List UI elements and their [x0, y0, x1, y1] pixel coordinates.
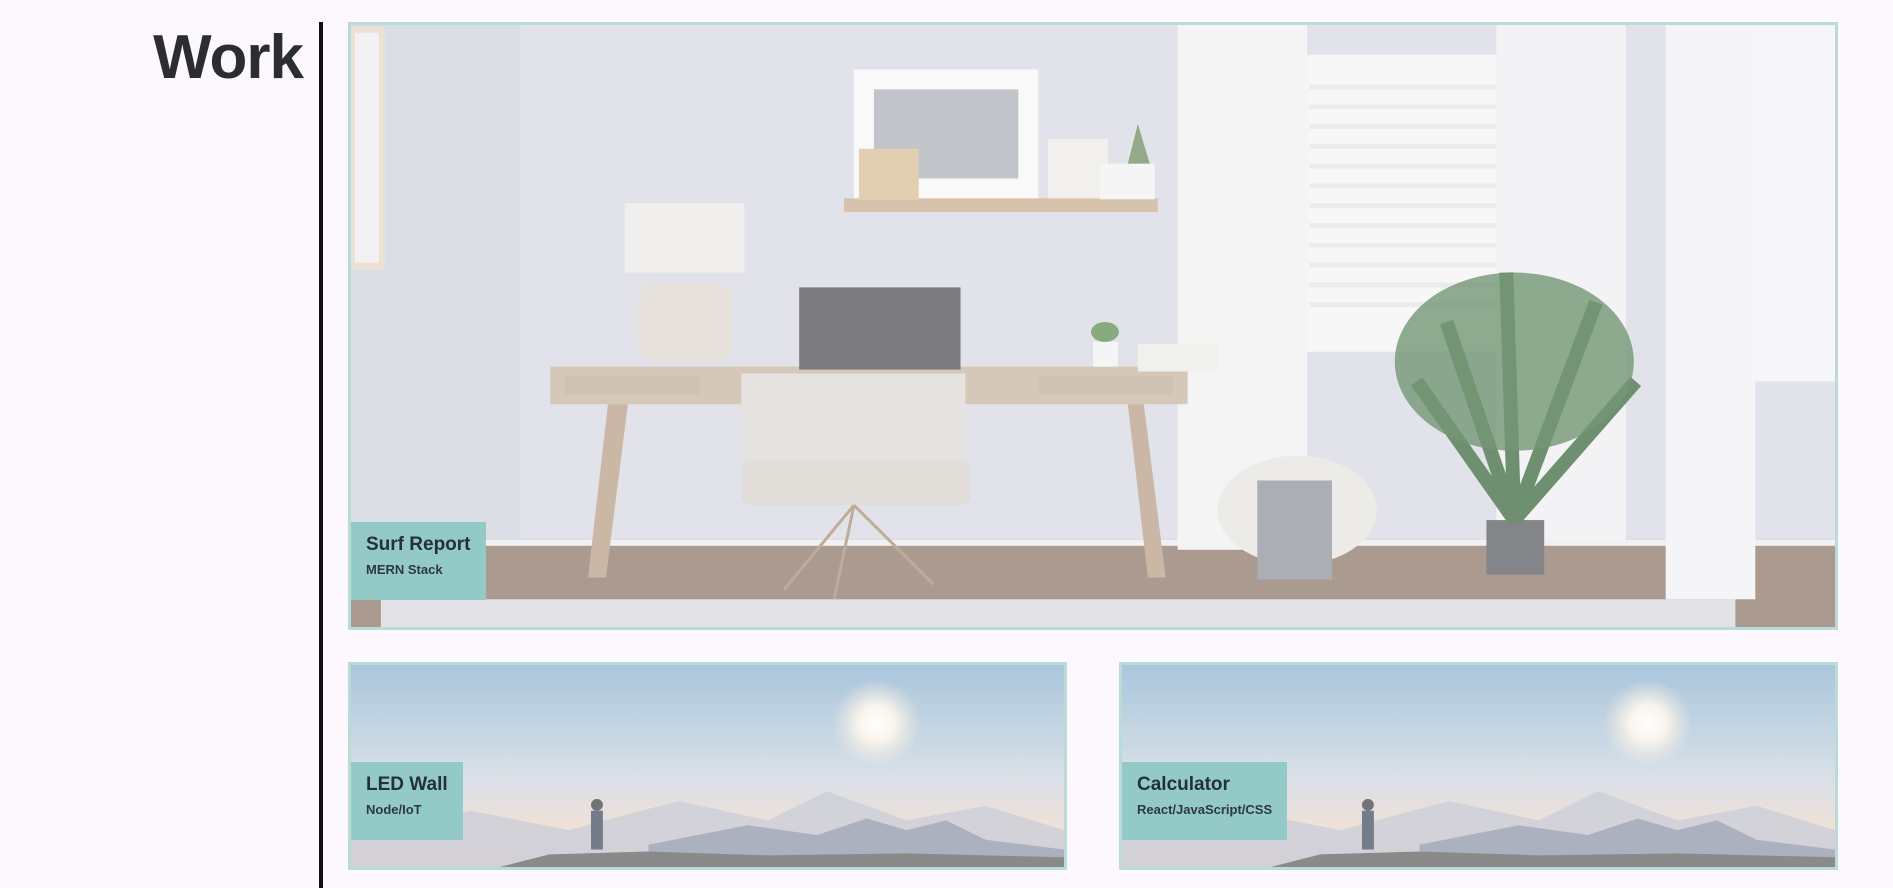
- project-card-surf-report[interactable]: Surf Report MERN Stack: [348, 22, 1838, 630]
- project-label: Calculator React/JavaScript/CSS: [1122, 762, 1288, 840]
- project-title: Surf Report: [366, 534, 471, 555]
- project-stack: Node/IoT: [366, 802, 422, 817]
- project-label: LED Wall Node/IoT: [351, 762, 463, 840]
- project-title: LED Wall: [366, 774, 448, 795]
- vertical-divider: [319, 22, 323, 888]
- work-page: Work Surf Report MERN Stack LED Wall Nod…: [0, 0, 1893, 888]
- project-stack: MERN Stack: [366, 562, 443, 577]
- project-label: Surf Report MERN Stack: [351, 522, 486, 600]
- project-card-calculator[interactable]: Calculator React/JavaScript/CSS: [1119, 662, 1838, 870]
- section-title: Work: [153, 23, 304, 92]
- project-title: Calculator: [1137, 774, 1230, 795]
- project-card-led-wall[interactable]: LED Wall Node/IoT: [348, 662, 1067, 870]
- project-stack: React/JavaScript/CSS: [1137, 802, 1273, 817]
